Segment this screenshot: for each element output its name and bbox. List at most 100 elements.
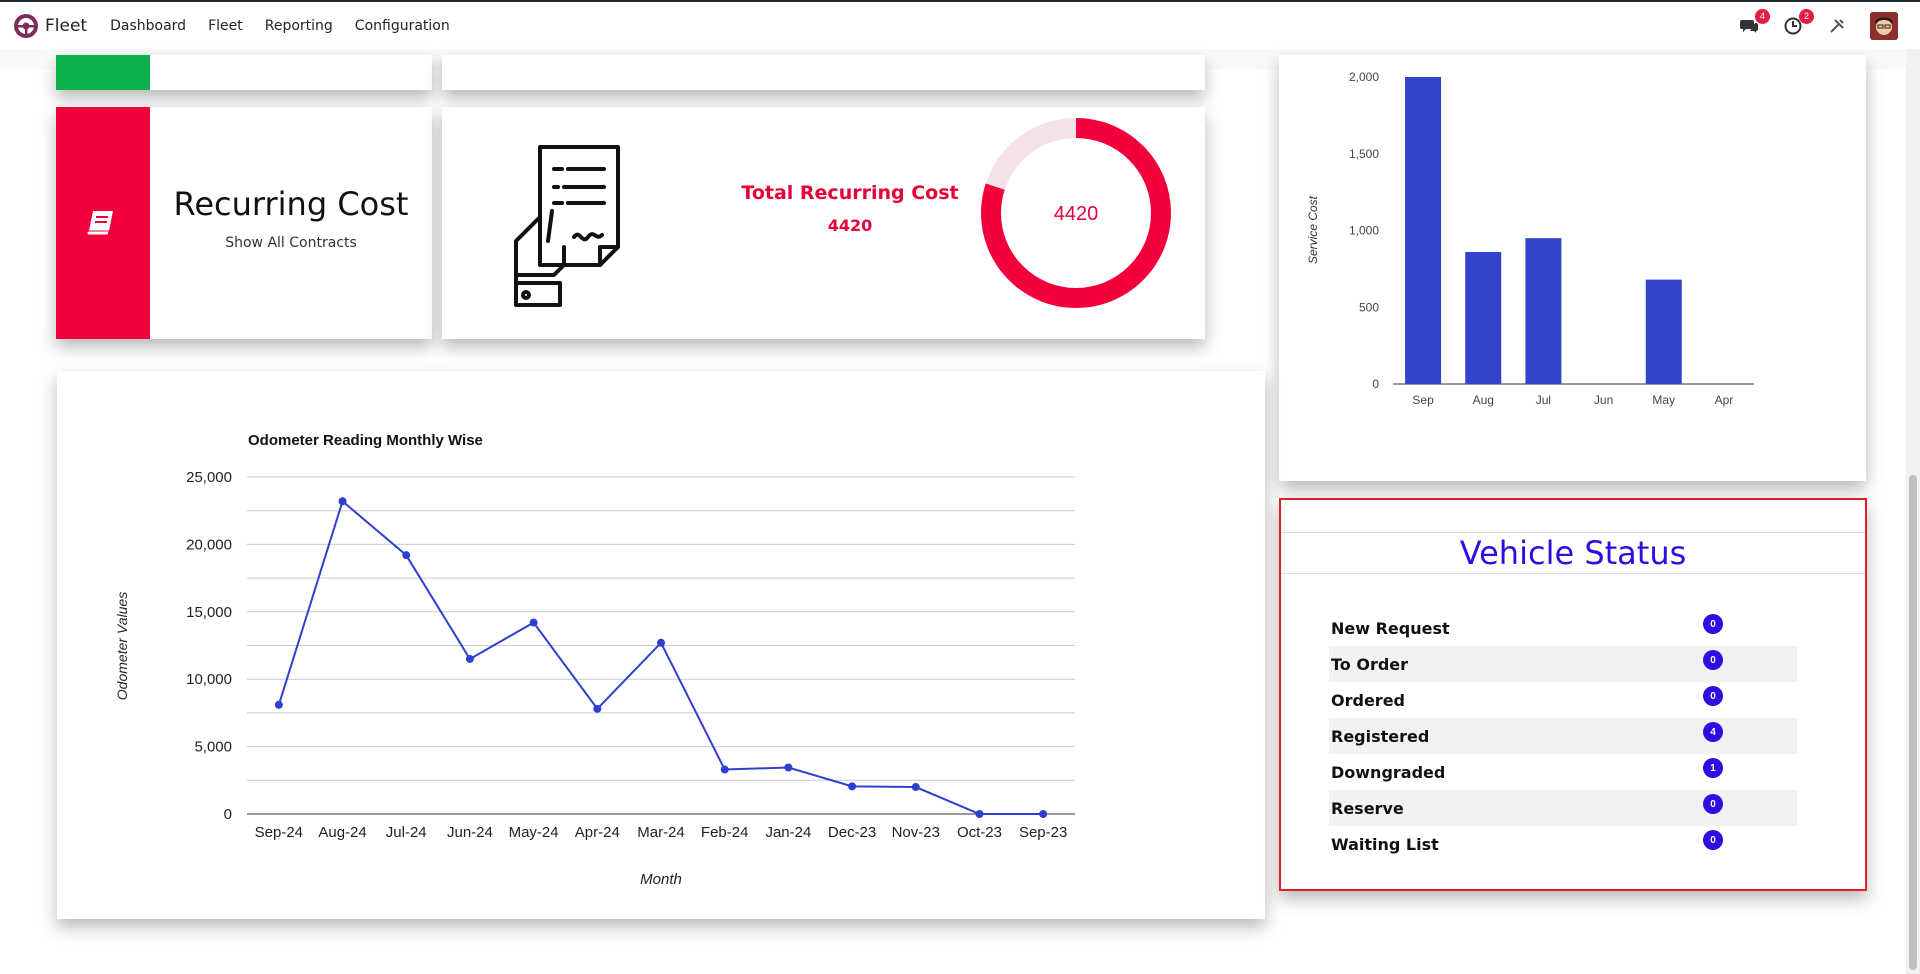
data-point [402,551,411,560]
show-all-contracts-link[interactable]: Show All Contracts [150,235,432,251]
debug-tools-button[interactable] [1826,15,1848,37]
status-row[interactable]: Reserve 0 [1329,790,1797,826]
vehicle-card-accent [56,55,150,90]
y-tick-label: 0 [224,806,232,823]
vehicle-summary-card-partial [442,55,1205,90]
bar [1525,238,1562,384]
data-point [657,638,665,647]
status-row[interactable]: To Order 0 [1329,646,1797,682]
status-row[interactable]: Downgraded 1 [1329,754,1797,790]
status-label: Waiting List [1331,834,1439,854]
data-point [338,497,347,506]
y-axis-title: Service Cost [1306,195,1320,264]
systray: 4 2 [1738,2,1920,49]
total-recurring-cost-value: 4420 [827,216,873,235]
vehicle-status-table: New Request 0 To Order 0 Ordered 0 Registered 4… [1329,610,1797,862]
x-tick-label: May [1652,393,1675,407]
main-menu: Dashboard Fleet Reporting Configuration [99,18,461,34]
x-tick-label: Aug-24 [318,824,366,841]
menu-configuration[interactable]: Configuration [344,18,461,34]
x-tick-label: Dec-23 [828,824,876,841]
data-point [720,765,729,774]
recurring-cost-title: Recurring Cost [173,185,409,223]
y-tick-label: 10,000 [186,671,232,688]
data-point [593,704,602,713]
status-count-badge: 1 [1703,758,1723,778]
avatar[interactable] [1870,11,1898,40]
status-count-badge: 0 [1703,830,1723,850]
y-tick-label: 500 [1359,300,1379,314]
messages-button[interactable]: 4 [1738,8,1770,37]
book-icon [86,211,113,236]
x-tick-label: May-24 [509,824,559,841]
data-point [975,810,984,818]
bar [1405,77,1442,384]
app-name: Fleet [45,15,88,36]
data-point [274,700,283,709]
vehicle-card-partial [56,55,432,90]
x-tick-label: Sep-23 [1019,824,1067,841]
y-tick-label: 1,500 [1349,147,1379,161]
x-tick-label: Mar-24 [637,824,685,841]
menu-dashboard[interactable]: Dashboard [99,18,197,34]
contract-hand-icon [514,145,620,307]
y-tick-label: 0 [1372,377,1379,391]
menu-reporting[interactable]: Reporting [254,18,344,34]
service-cost-chart-card: 0 500 1,000 1,500 2,000 Sep Aug Jul Jun May Apr Ser… [1279,55,1866,481]
x-tick-label: Apr [1715,393,1734,407]
x-axis-title: Month [640,871,682,888]
donut-center-value: 4420 [1054,203,1099,225]
vehicle-status-card: Vehicle Status New Request 0 To Order 0 Orde… [1279,498,1867,891]
recurring-cost-card[interactable]: Recurring Cost Show All Contracts [56,107,432,339]
status-row[interactable]: Waiting List 0 [1329,826,1797,862]
status-count-badge: 0 [1703,686,1723,706]
status-row[interactable]: Ordered 0 [1329,682,1797,718]
service-cost-chart: 0 500 1,000 1,500 2,000 Sep Aug Jul Jun May Apr Ser… [1306,70,1754,407]
x-tick-label: Oct-23 [957,824,1002,841]
odometer-chart-card: Odometer Reading Monthly Wise 0 5,000 10,00… [57,371,1265,919]
status-row[interactable]: New Request 0 [1329,610,1797,646]
chart-title: Odometer Reading Monthly Wise [248,432,483,449]
activities-button[interactable]: 2 [1782,8,1814,37]
menu-fleet[interactable]: Fleet [197,18,254,34]
tools-icon [1830,18,1844,33]
data-point [784,763,793,772]
status-count-badge: 0 [1703,794,1723,814]
x-tick-label: Apr-24 [575,824,620,841]
bar [1645,279,1682,384]
scrollbar-thumb[interactable] [1909,475,1917,970]
x-tick-label: Sep [1412,393,1434,407]
x-tick-label: Jan-24 [765,824,811,841]
recurring-cost-donut: 4420 [981,118,1171,308]
recurring-cost-accent [56,107,150,339]
x-tick-label: Jul [1536,393,1551,407]
status-label: Downgraded [1331,762,1446,782]
y-tick-label: 1,000 [1349,224,1379,238]
brand[interactable]: Fleet [13,13,87,39]
y-tick-label: 15,000 [186,604,232,621]
status-row[interactable]: Registered 4 [1329,718,1797,754]
series-line [277,499,1044,815]
status-count-badge: 4 [1703,722,1723,742]
status-label: Ordered [1331,690,1405,710]
data-point [848,782,857,791]
total-recurring-cost-label: Total Recurring Cost [741,182,959,204]
x-tick-label: Jun [1594,393,1613,407]
y-tick-label: 2,000 [1349,70,1379,84]
y-tick-label: 20,000 [186,536,232,553]
y-tick-label: 25,000 [186,469,232,486]
user-avatar-icon [1870,11,1898,40]
y-tick-label: 5,000 [194,739,232,756]
vehicle-status-title: Vehicle Status [1281,532,1865,574]
bar [1465,251,1502,384]
odometer-chart: Odometer Reading Monthly Wise 0 5,000 10,00… [114,432,1075,888]
x-tick-label: Sep-24 [255,824,303,841]
total-recurring-cost-card: Total Recurring Cost 4420 4420 [442,107,1205,339]
activities-badge: 2 [1799,8,1814,24]
data-point [529,618,538,627]
top-navbar: Fleet Dashboard Fleet Reporting Configur… [0,0,1920,49]
x-tick-label: Jul-24 [386,824,427,841]
x-tick-label: Aug [1473,393,1494,407]
messages-badge: 4 [1755,8,1770,24]
status-label: New Request [1331,618,1450,638]
